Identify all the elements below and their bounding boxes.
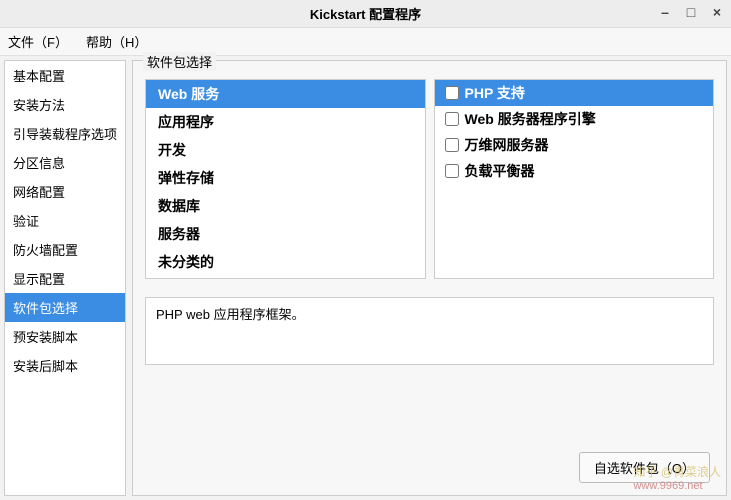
package-item[interactable]: PHP 支持 bbox=[435, 80, 714, 106]
category-item[interactable]: 弹性存储 bbox=[146, 164, 425, 192]
category-item[interactable]: 服务器 bbox=[146, 220, 425, 248]
menu-help[interactable]: 帮助（H） bbox=[86, 32, 147, 51]
category-list[interactable]: Web 服务应用程序开发弹性存储数据库服务器未分类的桌面 bbox=[145, 79, 426, 279]
description-box: PHP web 应用程序框架。 bbox=[145, 297, 714, 365]
package-list[interactable]: PHP 支持 Web 服务器程序引擎万维网服务器负载平衡器 bbox=[434, 79, 715, 279]
package-label: PHP 支持 bbox=[465, 83, 525, 103]
window-controls: – □ × bbox=[657, 4, 725, 20]
package-item[interactable]: Web 服务器程序引擎 bbox=[435, 106, 714, 132]
sidebar[interactable]: 基本配置安装方法引导装载程序选项分区信息网络配置验证防火墙配置显示配置软件包选择… bbox=[4, 60, 126, 496]
menubar: 文件（F） 帮助（H） bbox=[0, 28, 731, 56]
package-label: 万维网服务器 bbox=[465, 135, 549, 155]
package-checkbox[interactable] bbox=[445, 86, 459, 100]
package-item[interactable]: 万维网服务器 bbox=[435, 132, 714, 158]
sidebar-item[interactable]: 验证 bbox=[5, 206, 125, 235]
custom-packages-button[interactable]: 自选软件包（O） bbox=[579, 452, 710, 483]
category-item[interactable]: 开发 bbox=[146, 136, 425, 164]
menu-file[interactable]: 文件（F） bbox=[8, 32, 68, 51]
sidebar-item[interactable]: 防火墙配置 bbox=[5, 235, 125, 264]
button-row: 自选软件包（O） bbox=[579, 452, 710, 483]
sidebar-item[interactable]: 显示配置 bbox=[5, 264, 125, 293]
minimize-icon[interactable]: – bbox=[657, 4, 673, 20]
package-label: Web 服务器程序引擎 bbox=[465, 109, 596, 129]
category-item[interactable]: Web 服务 bbox=[146, 80, 425, 108]
package-label: 负载平衡器 bbox=[465, 161, 535, 181]
category-item[interactable]: 未分类的 bbox=[146, 248, 425, 276]
body: 基本配置安装方法引导装载程序选项分区信息网络配置验证防火墙配置显示配置软件包选择… bbox=[0, 56, 731, 500]
group-label: 软件包选择 bbox=[143, 52, 216, 71]
package-checkbox[interactable] bbox=[445, 164, 459, 178]
description-text: PHP web 应用程序框架。 bbox=[156, 307, 305, 322]
category-item[interactable]: 桌面 bbox=[146, 276, 425, 279]
package-checkbox[interactable] bbox=[445, 112, 459, 126]
close-icon[interactable]: × bbox=[709, 4, 725, 20]
lists-row: Web 服务应用程序开发弹性存储数据库服务器未分类的桌面 PHP 支持 Web 服… bbox=[145, 79, 714, 279]
package-selection-group: 软件包选择 Web 服务应用程序开发弹性存储数据库服务器未分类的桌面 PHP 支… bbox=[132, 60, 727, 496]
package-item[interactable]: 负载平衡器 bbox=[435, 158, 714, 184]
category-item[interactable]: 数据库 bbox=[146, 192, 425, 220]
category-item[interactable]: 应用程序 bbox=[146, 108, 425, 136]
main-panel: 软件包选择 Web 服务应用程序开发弹性存储数据库服务器未分类的桌面 PHP 支… bbox=[132, 60, 727, 496]
sidebar-item[interactable]: 预安装脚本 bbox=[5, 322, 125, 351]
sidebar-item[interactable]: 安装后脚本 bbox=[5, 351, 125, 380]
sidebar-item[interactable]: 软件包选择 bbox=[5, 293, 125, 322]
window-title: Kickstart 配置程序 bbox=[310, 4, 421, 23]
sidebar-item[interactable]: 安装方法 bbox=[5, 90, 125, 119]
sidebar-item[interactable]: 分区信息 bbox=[5, 148, 125, 177]
titlebar: Kickstart 配置程序 – □ × bbox=[0, 0, 731, 28]
package-checkbox[interactable] bbox=[445, 138, 459, 152]
sidebar-item[interactable]: 网络配置 bbox=[5, 177, 125, 206]
sidebar-item[interactable]: 引导装载程序选项 bbox=[5, 119, 125, 148]
sidebar-item[interactable]: 基本配置 bbox=[5, 61, 125, 90]
maximize-icon[interactable]: □ bbox=[683, 4, 699, 20]
